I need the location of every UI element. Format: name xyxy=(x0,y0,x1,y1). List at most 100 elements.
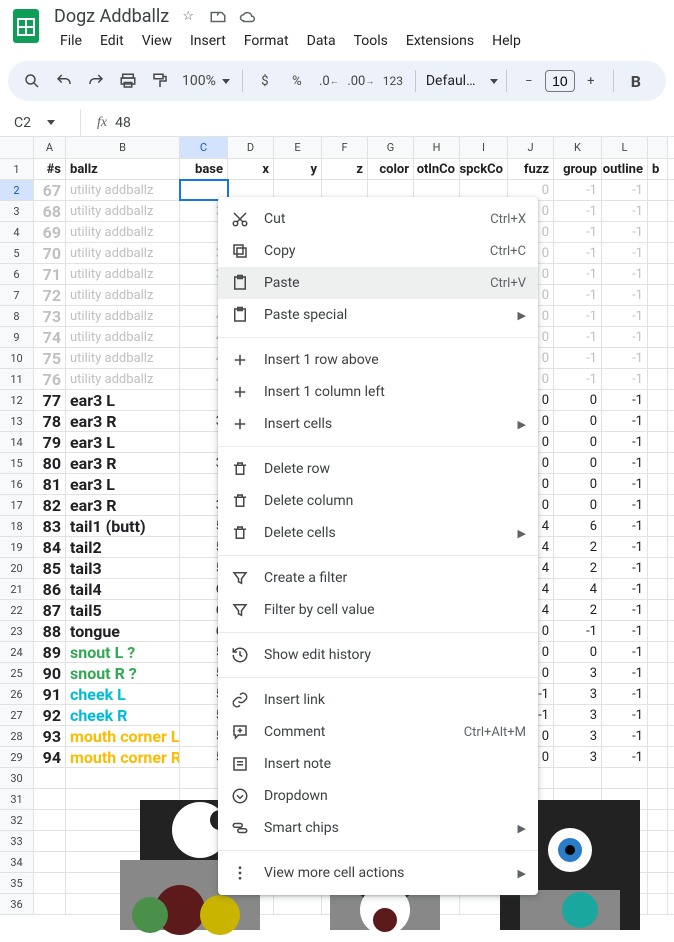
ctx-smart-chips[interactable]: Smart chips▶ xyxy=(218,812,538,844)
row-header[interactable]: 12 xyxy=(0,390,34,410)
cell[interactable]: fuzz xyxy=(508,159,554,179)
cell[interactable]: 0 xyxy=(554,642,602,662)
cell[interactable]: z xyxy=(322,159,368,179)
cell[interactable] xyxy=(648,600,668,620)
col-header-A[interactable]: A xyxy=(34,137,66,158)
row-header[interactable]: 21 xyxy=(0,579,34,599)
row-header[interactable]: 20 xyxy=(0,558,34,578)
cell[interactable]: cheek R xyxy=(66,705,180,725)
cell[interactable]: -1 xyxy=(602,348,648,368)
ctx-cut[interactable]: CutCtrl+X xyxy=(218,203,538,235)
ctx-delete-row[interactable]: Delete row xyxy=(218,453,538,485)
cell[interactable]: -1 xyxy=(602,537,648,557)
cell[interactable]: 92 xyxy=(34,705,66,725)
cell[interactable] xyxy=(648,726,668,746)
cell[interactable] xyxy=(648,348,668,368)
select-all-corner[interactable] xyxy=(0,137,34,158)
cell[interactable]: 77 xyxy=(34,390,66,410)
cell[interactable] xyxy=(648,264,668,284)
cell[interactable] xyxy=(648,180,668,200)
percent-icon[interactable]: % xyxy=(283,67,311,95)
cell[interactable] xyxy=(648,537,668,557)
col-header-C[interactable]: C xyxy=(180,137,228,158)
cell[interactable]: 93 xyxy=(34,726,66,746)
cell[interactable]: 70 xyxy=(34,243,66,263)
cell[interactable]: 88 xyxy=(34,621,66,641)
row-header[interactable]: 24 xyxy=(0,642,34,662)
cell[interactable]: 84 xyxy=(34,537,66,557)
cell[interactable]: 74 xyxy=(34,327,66,347)
row-header[interactable]: 1 xyxy=(0,159,34,179)
paint-format-icon[interactable] xyxy=(146,67,174,95)
cell[interactable]: tail4 xyxy=(66,579,180,599)
row-header[interactable]: 27 xyxy=(0,705,34,725)
row-header[interactable]: 4 xyxy=(0,222,34,242)
ctx-filter-by-cell-value[interactable]: Filter by cell value xyxy=(218,594,538,626)
cell[interactable]: otlnCo xyxy=(414,159,460,179)
ctx-insert-1-column-left[interactable]: Insert 1 column left xyxy=(218,376,538,408)
cell[interactable]: -1 xyxy=(602,327,648,347)
cell[interactable]: -1 xyxy=(602,222,648,242)
cell[interactable]: -1 xyxy=(602,516,648,536)
cell[interactable]: -1 xyxy=(554,306,602,326)
cell[interactable]: -1 xyxy=(602,285,648,305)
ctx-comment[interactable]: CommentCtrl+Alt+M xyxy=(218,716,538,748)
cell[interactable] xyxy=(648,495,668,515)
cell[interactable]: snout L ? xyxy=(66,642,180,662)
cloud-icon[interactable] xyxy=(239,8,257,26)
cell[interactable]: 71 xyxy=(34,264,66,284)
cell[interactable]: 79 xyxy=(34,432,66,452)
cell[interactable] xyxy=(648,516,668,536)
row-header[interactable]: 19 xyxy=(0,537,34,557)
menu-format[interactable]: Format xyxy=(236,29,297,53)
cell[interactable]: tail2 xyxy=(66,537,180,557)
cell[interactable]: -1 xyxy=(602,558,648,578)
cell[interactable]: 83 xyxy=(34,516,66,536)
font-size-input[interactable] xyxy=(545,70,575,92)
col-header-F[interactable]: F xyxy=(322,137,368,158)
row-header[interactable]: 13 xyxy=(0,411,34,431)
cell[interactable] xyxy=(648,474,668,494)
cell[interactable]: snout R ? xyxy=(66,663,180,683)
cell[interactable]: ear3 L xyxy=(66,390,180,410)
row-header[interactable]: 30 xyxy=(0,768,34,788)
ctx-copy[interactable]: CopyCtrl+C xyxy=(218,235,538,267)
redo-icon[interactable] xyxy=(82,67,110,95)
ctx-paste-special[interactable]: Paste special▶ xyxy=(218,299,538,331)
cell[interactable]: -1 xyxy=(554,621,602,641)
cell[interactable]: 90 xyxy=(34,663,66,683)
cell[interactable]: 75 xyxy=(34,348,66,368)
cell[interactable]: 3 xyxy=(554,747,602,767)
currency-icon[interactable]: $ xyxy=(251,67,279,95)
row-header[interactable]: 22 xyxy=(0,600,34,620)
row-header[interactable]: 16 xyxy=(0,474,34,494)
menu-help[interactable]: Help xyxy=(484,29,529,53)
increase-decimal-icon[interactable]: .00→ xyxy=(347,67,375,95)
cell[interactable]: -1 xyxy=(602,747,648,767)
cell[interactable]: 6 xyxy=(554,516,602,536)
cell[interactable]: 3 xyxy=(554,684,602,704)
cell[interactable]: -1 xyxy=(554,327,602,347)
cell[interactable]: mouth corner L xyxy=(66,726,180,746)
col-header-L[interactable]: L xyxy=(602,137,648,158)
cell[interactable]: -1 xyxy=(602,495,648,515)
cell[interactable]: 85 xyxy=(34,558,66,578)
ctx-insert-cells[interactable]: Insert cells▶ xyxy=(218,408,538,440)
cell[interactable]: ear3 R xyxy=(66,411,180,431)
cell[interactable]: 2 xyxy=(554,537,602,557)
cell[interactable]: -1 xyxy=(602,621,648,641)
ctx-paste[interactable]: PasteCtrl+V xyxy=(218,267,538,299)
row-header[interactable]: 35 xyxy=(0,873,34,893)
row-header[interactable]: 5 xyxy=(0,243,34,263)
cell[interactable]: ear3 L xyxy=(66,432,180,452)
cell[interactable]: tail5 xyxy=(66,600,180,620)
ctx-insert-link[interactable]: Insert link xyxy=(218,684,538,716)
cell[interactable] xyxy=(554,768,602,788)
row-header[interactable]: 15 xyxy=(0,453,34,473)
row-header[interactable]: 3 xyxy=(0,201,34,221)
menu-extensions[interactable]: Extensions xyxy=(398,29,482,53)
cell[interactable]: 0 xyxy=(554,411,602,431)
cell[interactable] xyxy=(34,768,66,788)
cell[interactable]: ear3 R xyxy=(66,453,180,473)
cell[interactable] xyxy=(648,747,668,767)
